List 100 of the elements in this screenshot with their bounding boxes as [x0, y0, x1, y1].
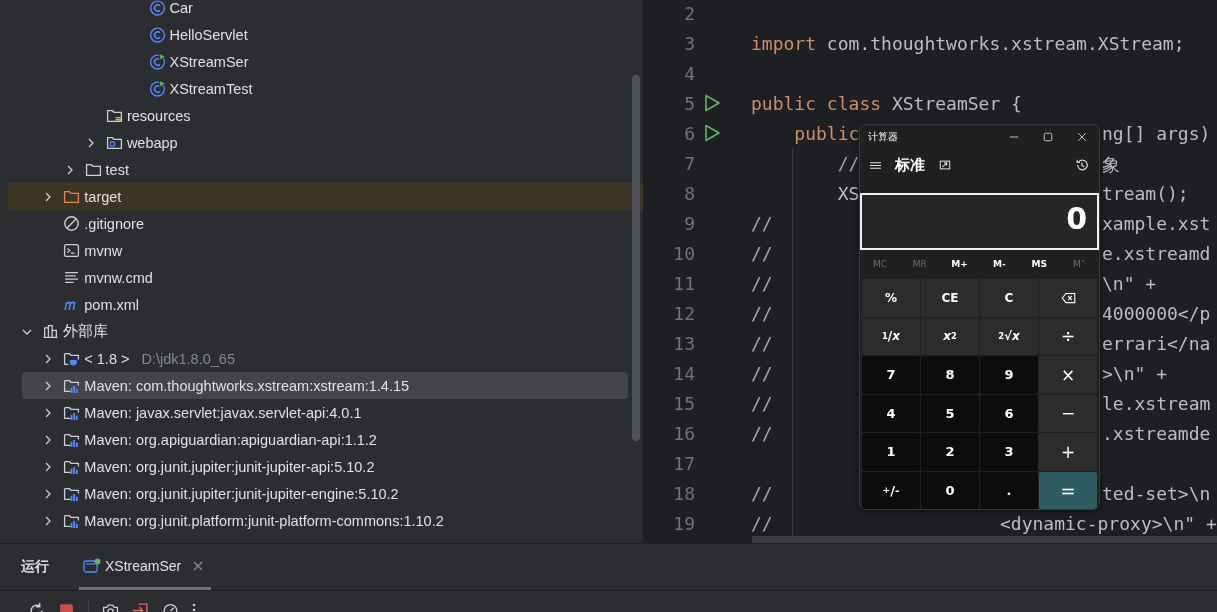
tree-item[interactable]: mvnw.cmd — [8, 264, 643, 291]
calculator-key[interactable]: 5 — [921, 394, 979, 432]
tree-item[interactable]: pom.xml — [8, 291, 643, 318]
line-number: 7 — [683, 152, 695, 174]
calculator-key[interactable]: 1 — [862, 433, 920, 471]
line-number: 18 — [672, 482, 695, 504]
calculator-key[interactable]: 0 — [921, 471, 979, 509]
code-text: 象 — [1102, 152, 1120, 177]
run-icon[interactable] — [703, 94, 721, 112]
tree-item[interactable]: resources — [8, 102, 643, 129]
library-folder-icon — [63, 404, 81, 421]
class-icon — [148, 0, 166, 16]
keep-on-top-icon[interactable] — [939, 159, 951, 171]
calculator-key[interactable]: 6 — [980, 394, 1038, 432]
calculator-key[interactable]: 8 — [921, 356, 979, 394]
run-config-icon — [83, 557, 101, 574]
folder-icon — [105, 107, 123, 124]
line-number: 10 — [672, 242, 695, 264]
library-folder-icon — [63, 512, 81, 529]
line-number: 16 — [672, 422, 695, 444]
code-text: le.xstream — [1102, 392, 1211, 414]
calculator-key[interactable]: 4 — [862, 394, 920, 432]
path-text: D:\jdk1.8.0_65 — [141, 350, 235, 367]
maximize-icon[interactable] — [1043, 132, 1053, 142]
calculator-key[interactable]: − — [1039, 394, 1097, 432]
memory-button[interactable]: M- — [979, 258, 1020, 269]
tree-item[interactable]: Car — [8, 0, 643, 21]
line-number: 8 — [683, 182, 695, 204]
tree-item[interactable]: Maven: org.junit.platform:junit-platform-commons:1.10.2 — [8, 507, 643, 534]
tree-item[interactable]: 外部库 — [8, 318, 643, 345]
calculator-key[interactable]: 3 — [980, 433, 1038, 471]
ignore-file-icon — [63, 215, 81, 232]
close-icon[interactable] — [193, 560, 204, 571]
calculator-key[interactable]: % — [862, 279, 920, 317]
calculator-key[interactable]: . — [980, 471, 1038, 509]
tree-item[interactable]: HelloServlet — [8, 21, 643, 48]
run-icon[interactable] — [703, 124, 721, 142]
comment-mark: // — [751, 242, 773, 264]
runnable-class-icon — [148, 80, 166, 97]
library-folder-icon — [63, 431, 81, 448]
tree-item[interactable]: mvnw — [8, 237, 643, 264]
history-icon[interactable] — [1075, 158, 1089, 172]
code-text: ted-set>\n — [1102, 482, 1211, 504]
calculator-key[interactable]: 9 — [980, 356, 1038, 394]
calculator-key[interactable]: × — [1039, 356, 1097, 394]
code-text: .xstreamde — [1102, 422, 1211, 444]
comment-mark: // — [751, 272, 773, 294]
line-number: 13 — [672, 332, 695, 354]
tree-item[interactable]: XStreamSer — [8, 48, 643, 75]
tree-item[interactable]: Maven: javax.servlet:javax.servlet-api:4.0.1 — [8, 399, 643, 426]
line-number: 3 — [683, 32, 695, 54]
tree-item[interactable]: Maven: org.apiguardian:apiguardian-api:1.1.2 — [8, 426, 643, 453]
text-file-icon — [63, 269, 81, 286]
keyword-text: public — [751, 92, 817, 114]
display-field[interactable]: 0 — [860, 193, 1099, 250]
calculator-key[interactable]: = — [1039, 471, 1097, 509]
library-folder-icon — [63, 485, 81, 502]
backspace-button[interactable] — [1039, 279, 1097, 317]
line-number: 11 — [672, 272, 695, 294]
line-number: 6 — [683, 122, 695, 144]
library-folder-icon — [63, 377, 81, 394]
backspace-icon — [1060, 291, 1076, 304]
code-text: <dynamic-proxy>\n" + — [1000, 512, 1217, 534]
terminal-icon — [63, 242, 81, 259]
memory-button[interactable]: MS — [1019, 258, 1060, 269]
tree-item[interactable]: Maven: org.junit.jupiter:junit-jupiter-engine:5.10.2 — [8, 480, 643, 507]
tree-item[interactable]: < 1.8 > D:\jdk1.8.0_65 — [8, 345, 643, 372]
comment-mark: // — [751, 362, 773, 384]
calculator-key[interactable]: CE — [921, 279, 979, 317]
line-number: 5 — [683, 92, 695, 114]
run-tab[interactable]: XStreamSer — [79, 544, 212, 590]
line-number: 14 — [672, 362, 695, 384]
menu-icon[interactable] — [869, 159, 882, 171]
comment-mark: // — [751, 302, 773, 324]
scrollbar[interactable] — [632, 75, 640, 441]
code-text: e.xstreamd — [1102, 242, 1211, 264]
tree-item[interactable]: Maven: org.junit.jupiter:junit-jupiter-api:5.10.2 — [8, 453, 643, 480]
runnable-class-icon — [148, 53, 166, 70]
code-text: 4000000</p — [1102, 302, 1211, 324]
calculator-key[interactable]: + — [1039, 433, 1097, 471]
comment-mark: // — [751, 482, 773, 504]
library-icon — [42, 323, 59, 340]
calculator-key[interactable]: ÷ — [1039, 317, 1097, 355]
tree-item[interactable]: .gitignore — [8, 210, 643, 237]
comment-mark: // — [751, 392, 773, 414]
tree-item[interactable]: XStreamTest — [8, 75, 643, 102]
calculator-key[interactable]: 7 — [862, 356, 920, 394]
tree-item[interactable]: target — [8, 183, 643, 210]
calculator-key[interactable]: 2 — [921, 433, 979, 471]
code-text: com.thoughtworks.xstream.XStream; — [825, 32, 1185, 54]
library-folder-icon — [63, 458, 81, 475]
line-number: 12 — [672, 302, 695, 324]
calculator-key[interactable]: C — [980, 279, 1038, 317]
tree-item[interactable]: test — [8, 156, 643, 183]
tree-item[interactable]: Maven: com.thoughtworks.xstream:xstream:1.4.15 — [22, 372, 628, 399]
comment-mark: // — [751, 512, 773, 534]
tree-item[interactable]: webapp — [8, 129, 643, 156]
scrollbar[interactable] — [752, 536, 1217, 543]
line-number: 9 — [683, 212, 695, 234]
memory-button[interactable]: M+ — [939, 258, 980, 269]
